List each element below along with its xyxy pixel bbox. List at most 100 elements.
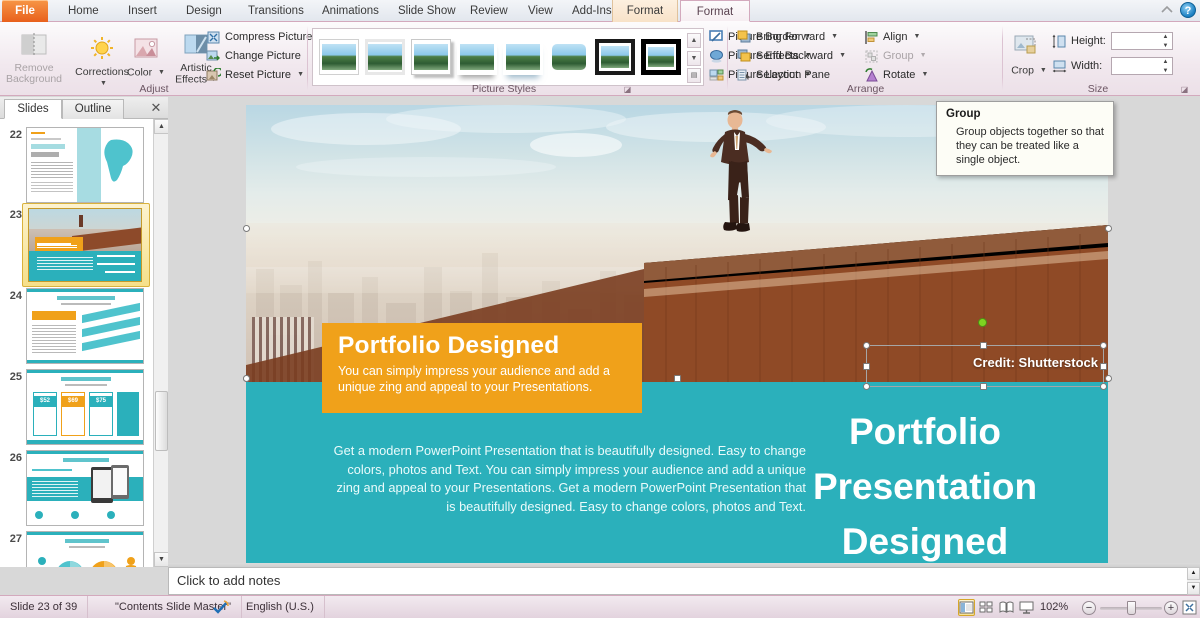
- chevron-down-icon[interactable]: ▼: [839, 52, 846, 59]
- tab-format-contextual[interactable]: Format: [612, 0, 678, 22]
- tab-slide-show[interactable]: Slide Show: [388, 0, 466, 22]
- align-button[interactable]: Align ▼: [863, 27, 920, 47]
- picture-handle-nw[interactable]: [243, 225, 250, 232]
- remove-background-button[interactable]: Remove Background: [2, 32, 66, 85]
- selection-pane-button[interactable]: Selection Pane: [736, 65, 830, 85]
- scroll-down-icon[interactable]: ▼: [687, 50, 701, 66]
- slide-show-button[interactable]: [1018, 599, 1035, 616]
- chevron-down-icon[interactable]: ▼: [297, 71, 304, 78]
- height-stepper[interactable]: ▲ ▼: [1160, 34, 1171, 50]
- chevron-down-icon[interactable]: ▼: [1040, 67, 1047, 74]
- scrollbar-thumb[interactable]: [155, 391, 168, 451]
- zoom-level[interactable]: 102%: [1040, 596, 1068, 618]
- picture-style-thumb[interactable]: [595, 39, 635, 75]
- resize-handle-s[interactable]: [980, 383, 987, 390]
- chevron-down-icon[interactable]: ▼: [914, 33, 921, 40]
- slide-sorter-button[interactable]: [978, 599, 995, 616]
- resize-handle-n[interactable]: [980, 342, 987, 349]
- tab-transitions[interactable]: Transitions: [238, 0, 314, 22]
- tab-file[interactable]: File: [2, 0, 48, 22]
- resize-handle-nw[interactable]: [863, 342, 870, 349]
- scroll-up-icon[interactable]: ▲: [687, 33, 701, 48]
- picture-style-thumb[interactable]: [549, 39, 589, 75]
- rotation-handle[interactable]: [978, 318, 987, 327]
- bring-forward-button[interactable]: Bring Forward ▼: [736, 27, 838, 47]
- help-icon[interactable]: ?: [1180, 2, 1196, 18]
- tab-insert[interactable]: Insert: [118, 0, 167, 22]
- size-dialog-launcher[interactable]: ◪: [1180, 85, 1189, 94]
- crop-button[interactable]: Crop ▼: [1007, 34, 1051, 76]
- slide-thumbnail-25[interactable]: 25 $52 $69 $75: [0, 367, 153, 447]
- width-stepper[interactable]: ▲ ▼: [1160, 59, 1171, 75]
- scroll-down-icon[interactable]: ▼: [1187, 582, 1200, 595]
- picture-handle-s[interactable]: [674, 375, 681, 382]
- slide-thumbnail-26[interactable]: 26: [0, 448, 153, 528]
- normal-view-button[interactable]: [958, 599, 975, 616]
- reset-picture-button[interactable]: Reset Picture ▼: [205, 65, 304, 85]
- picture-style-thumb[interactable]: [411, 39, 451, 75]
- height-input[interactable]: ▲ ▼: [1111, 32, 1173, 50]
- resize-handle-ne[interactable]: [1100, 342, 1107, 349]
- compress-pictures-button[interactable]: Compress Pictures: [205, 27, 318, 47]
- tab-slides[interactable]: Slides: [4, 99, 62, 119]
- resize-handle-se[interactable]: [1100, 383, 1107, 390]
- zoom-slider-handle[interactable]: [1127, 601, 1136, 615]
- width-label-group: Width:: [1051, 56, 1102, 76]
- scroll-up-icon[interactable]: ▲: [154, 119, 169, 134]
- picture-handle-sw[interactable]: [243, 375, 250, 382]
- minimize-ribbon-icon[interactable]: [1160, 3, 1174, 17]
- zoom-in-icon[interactable]: +: [1164, 601, 1178, 615]
- zoom-out-icon[interactable]: −: [1082, 601, 1096, 615]
- notes-pane[interactable]: Click to add notes: [168, 567, 1188, 595]
- picture-styles-dialog-launcher[interactable]: ◪: [623, 85, 632, 94]
- slide-thumbnail-24[interactable]: 24: [0, 286, 153, 366]
- picture-style-thumb[interactable]: [457, 39, 497, 75]
- picture-style-thumb[interactable]: [503, 39, 543, 75]
- fit-to-window-icon[interactable]: [1182, 600, 1197, 615]
- rotate-button[interactable]: Rotate ▼: [863, 65, 928, 85]
- slide-thumbnail-27[interactable]: 27: [0, 529, 153, 567]
- tab-outline[interactable]: Outline: [62, 99, 124, 119]
- reading-view-button[interactable]: [998, 599, 1015, 616]
- picture-style-thumb[interactable]: [319, 39, 359, 75]
- thumbnail-scrollbar[interactable]: ▲ ▼: [153, 119, 169, 567]
- tab-animations[interactable]: Animations: [312, 0, 389, 22]
- close-icon[interactable]: ✕: [148, 100, 164, 116]
- style-preview-image: [552, 44, 586, 70]
- scroll-down-icon[interactable]: ▼: [154, 552, 169, 567]
- picture-handle-se[interactable]: [1105, 375, 1112, 382]
- chevron-down-icon[interactable]: ▼: [831, 33, 838, 40]
- send-backward-button[interactable]: Send Backward ▼: [736, 46, 846, 66]
- resize-handle-w[interactable]: [863, 363, 870, 370]
- orange-callout-box[interactable]: Portfolio Designed You can simply impres…: [322, 323, 642, 413]
- scroll-up-icon[interactable]: ▲: [1187, 567, 1200, 580]
- slide-thumbnail-23[interactable]: 23: [0, 203, 153, 287]
- notes-scrollbar[interactable]: ▲ ▼: [1187, 567, 1200, 595]
- width-input[interactable]: ▲ ▼: [1111, 57, 1173, 75]
- tab-home[interactable]: Home: [58, 0, 109, 22]
- group-button[interactable]: Group ▼: [863, 46, 927, 66]
- resize-handle-e[interactable]: [1100, 363, 1107, 370]
- group-title-picture-styles: Picture Styles: [471, 83, 537, 95]
- picture-handle-ne[interactable]: [1105, 225, 1112, 232]
- chevron-down-icon[interactable]: ▼: [921, 71, 928, 78]
- credit-textbox-selection[interactable]: [863, 318, 1107, 390]
- tab-design[interactable]: Design: [176, 0, 232, 22]
- slide-counter[interactable]: Slide 23 of 39: [0, 596, 89, 618]
- language-indicator[interactable]: English (U.S.): [236, 596, 325, 618]
- spellcheck-icon[interactable]: [212, 600, 230, 615]
- chevron-down-icon[interactable]: ▼: [920, 52, 927, 59]
- picture-style-thumb[interactable]: [365, 39, 405, 75]
- tab-format-active[interactable]: Format: [680, 0, 750, 22]
- picture-style-thumb[interactable]: [641, 39, 681, 75]
- more-styles-icon[interactable]: ▤: [687, 68, 701, 83]
- tab-view[interactable]: View: [518, 0, 563, 22]
- reset-picture-label: Reset Picture: [225, 69, 292, 81]
- slide-thumbnail-list[interactable]: 22 23 24 25 $52 $69 $75 26 27: [0, 119, 153, 567]
- change-picture-button[interactable]: Change Picture: [205, 46, 301, 66]
- resize-handle-sw[interactable]: [863, 383, 870, 390]
- slide-thumbnail-22[interactable]: 22: [0, 125, 153, 205]
- align-label: Align: [883, 31, 908, 43]
- picture-styles-gallery[interactable]: ▲ ▼ ▤: [312, 28, 704, 86]
- tab-review[interactable]: Review: [460, 0, 518, 22]
